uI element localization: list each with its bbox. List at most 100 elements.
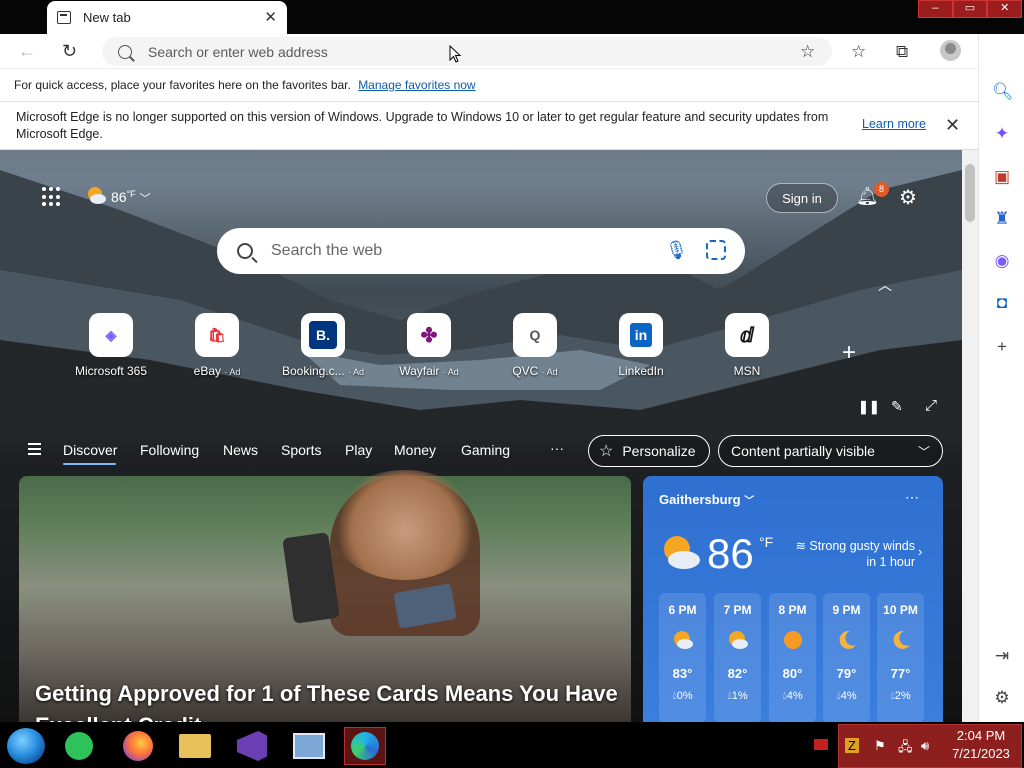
microsoft365-icon: ◈ [89,313,133,357]
sun-icon [783,631,802,649]
mouse-cursor [449,45,461,63]
microsoft365-icon[interactable]: ◉ [992,251,1012,271]
action-center-flag-icon[interactable]: ⚑ [874,738,886,754]
tray-flag-icon[interactable] [814,739,828,750]
taskbar-clock[interactable]: 2:04 PM 7/21/2023 [946,727,1016,763]
tab-play[interactable]: Play [345,442,372,458]
add-shortcut-icon[interactable]: + [842,339,856,367]
chevron-up-icon[interactable]: ︿ [878,275,892,295]
unsupported-notice: Microsoft Edge is no longer supported on… [0,101,978,150]
hamburger-menu-icon[interactable] [28,443,41,455]
chevron-down-icon: ﹀ [917,444,930,459]
apps-launcher-icon[interactable] [42,187,62,207]
header-temperature[interactable]: 86°F ﹀ [111,189,151,206]
chevron-down-icon: ﹀ [744,496,755,507]
new-tab-icon [57,11,71,24]
quick-link-msn[interactable]: ⅆ MSN [702,313,792,378]
back-arrow-icon[interactable]: ← [18,41,36,62]
weather-location[interactable]: Gaithersburg ﹀ [659,492,754,507]
page-settings-icon[interactable]: ⚙ [899,185,917,210]
file-explorer-icon[interactable] [174,727,216,765]
pause-background-icon[interactable]: ❚❚ [858,399,880,415]
expand-icon[interactable]: ⤢ [925,397,937,414]
qvc-icon: Q [513,313,557,357]
notepad-app-icon[interactable] [58,727,100,765]
hourly-forecast-item[interactable]: 8 PM 80° 💧︎4% [769,593,816,723]
chevron-down-icon: ﹀ [139,193,151,205]
search-icon [118,44,132,59]
manage-favorites-link[interactable]: Manage favorites now [358,78,475,92]
close-tab-icon[interactable]: ✕ [264,10,277,25]
hourly-forecast-item[interactable]: 6 PM 83° 💧︎0% [659,593,706,723]
visual-studio-icon[interactable] [231,727,273,765]
chevron-right-icon[interactable]: › [918,544,922,559]
weather-more-icon[interactable]: ⋯ [905,489,919,506]
page-scrollbar[interactable] [962,150,978,722]
weather-alert[interactable]: ≋ Strong gusty winds in 1 hour [790,538,915,570]
tab-title: New tab [83,10,131,25]
sidebar-settings-icon[interactable]: ⚙ [992,688,1012,708]
tab-gaming[interactable]: Gaming [461,442,510,458]
ebay-icon: 🛍 [195,313,239,357]
volume-icon[interactable]: 🔊︎ [921,738,929,754]
favorites-text: For quick access, place your favorites h… [14,78,351,92]
hourly-forecast-item[interactable]: 7 PM 82° 💧︎1% [714,593,761,723]
outlook-icon[interactable]: ◘ [992,293,1012,313]
profile-avatar[interactable] [940,40,961,61]
scrollbar-thumb[interactable] [965,164,975,222]
hourly-forecast-item[interactable]: 10 PM 77° 💧︎2% [877,593,924,723]
tab-following[interactable]: Following [140,442,199,458]
tab-discover[interactable]: Discover [63,442,117,458]
content-visibility-dropdown[interactable]: Content partially visible ﹀ [718,435,943,467]
collections-icon[interactable]: ⧉ [896,42,908,62]
start-button[interactable] [7,728,45,764]
learn-more-link[interactable]: Learn more [862,117,926,131]
msn-icon: ⅆ [725,313,769,357]
games-icon[interactable]: ♜ [992,209,1012,229]
temperature-unit: °F [759,534,774,550]
moon-icon [893,630,910,649]
refresh-icon[interactable]: ↻ [62,41,77,62]
address-bar[interactable]: Search or enter web address [102,37,832,66]
more-tabs-icon[interactable]: ··· [550,440,564,456]
copilot-icon[interactable]: ✦ [992,124,1012,144]
weather-icon[interactable] [85,184,107,206]
tray-app-icon[interactable]: Z [845,738,859,753]
quick-link-linkedin[interactable]: in LinkedIn [596,313,686,378]
shopping-icon[interactable]: ▣ [992,167,1012,187]
quick-link-ebay[interactable]: 🛍 eBay · Ad [172,313,262,378]
tab-money[interactable]: Money [394,442,436,458]
remote-desktop-icon[interactable] [288,727,330,765]
microphone-icon[interactable]: 🎙︎ [665,240,688,261]
firefox-icon[interactable] [117,727,159,765]
quick-link-qvc[interactable]: Q QVC · Ad [490,313,580,378]
quick-link-wayfair[interactable]: ✤ Wayfair · Ad [384,313,474,378]
hourly-forecast-item[interactable]: 9 PM 79° 💧︎4% [823,593,870,723]
minimize-button[interactable]: – [918,0,953,18]
personalize-button[interactable]: ☆ Personalize [588,435,710,467]
close-window-button[interactable]: ✕ [987,0,1023,18]
window-controls: – ▭ ✕ [918,0,1023,18]
quick-link-booking[interactable]: B. Booking.c... · Ad [278,313,368,378]
sign-in-button[interactable]: Sign in [766,183,838,213]
add-favorite-icon[interactable]: ☆ [800,42,815,62]
edge-sidebar: 🔍︎ ✦ ▣ ♜ ◉ ◘ + ⇥ ⚙ [978,34,1024,722]
favorites-icon[interactable]: ☆ [851,42,866,62]
partly-cloudy-icon [728,631,748,649]
partly-cloudy-icon [664,536,700,569]
search-icon[interactable]: 🔍︎ [992,82,1014,102]
visual-search-icon[interactable] [706,240,726,260]
active-tab-indicator [63,463,116,465]
tab-news[interactable]: News [223,442,258,458]
close-notice-icon[interactable]: ✕ [945,115,960,136]
booking-icon: B. [301,313,345,357]
background-editor-icon[interactable]: ✎ [891,398,903,415]
hide-sidebar-icon[interactable]: ⇥ [992,646,1012,666]
tab-new-tab[interactable]: New tab ✕ [47,1,287,34]
edge-taskbar-icon[interactable] [344,727,386,765]
quick-link-microsoft365[interactable]: ◈ Microsoft 365 [66,313,156,378]
tab-sports[interactable]: Sports [281,442,321,458]
maximize-button[interactable]: ▭ [952,0,988,18]
add-icon[interactable]: + [992,337,1012,357]
network-icon[interactable]: 🖧︎ [898,738,913,760]
